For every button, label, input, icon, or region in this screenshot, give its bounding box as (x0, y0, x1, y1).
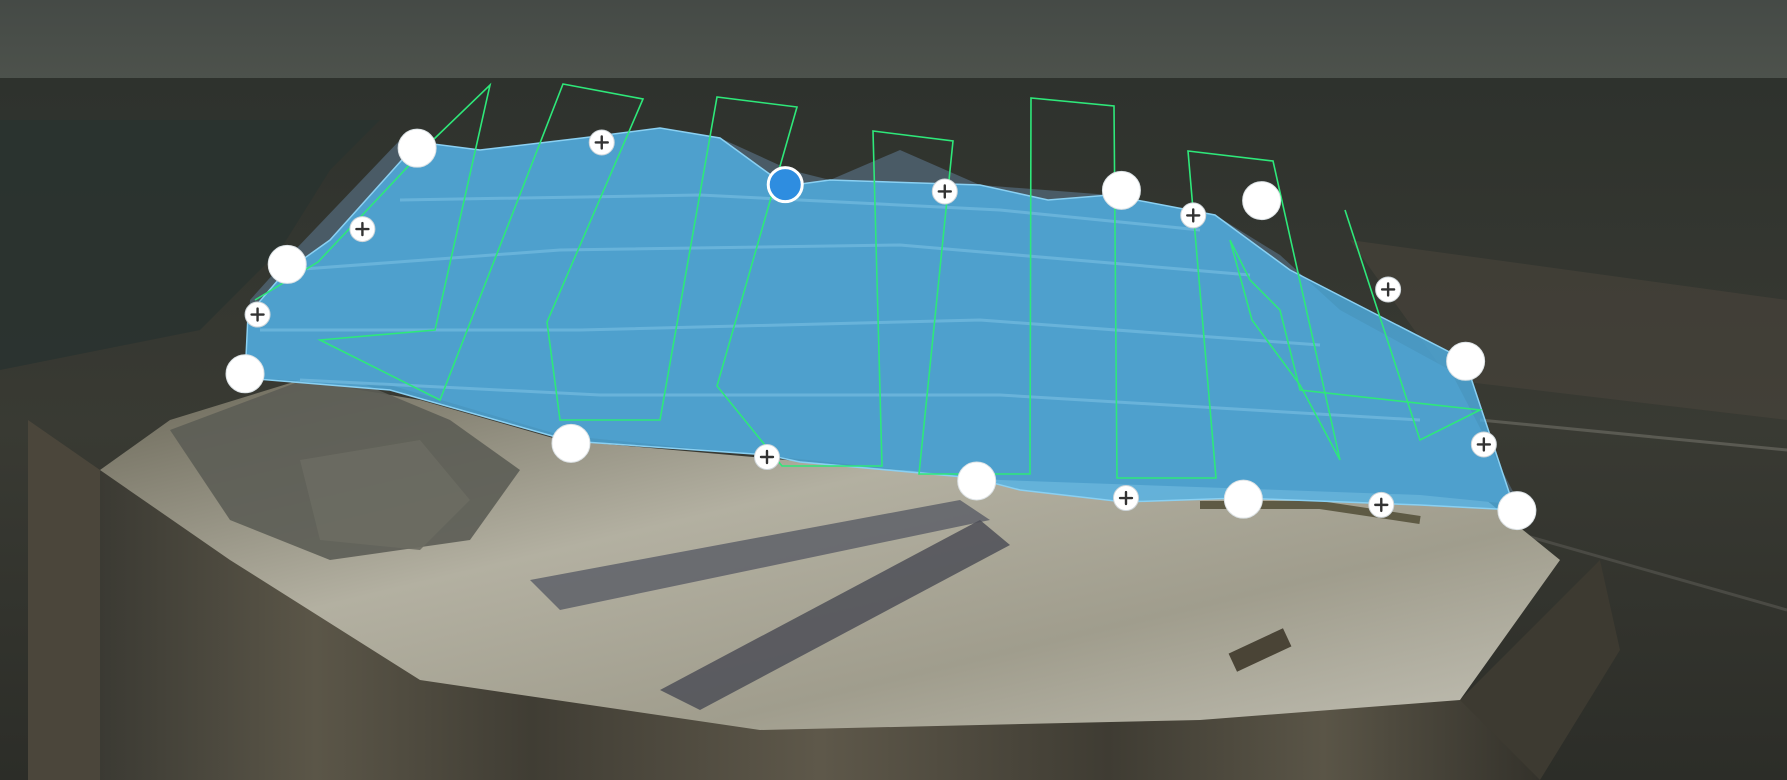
midpoint-plus-icon[interactable] (753, 444, 780, 471)
midpoint-plus-icon[interactable] (588, 129, 615, 156)
midpoint-plus-icon[interactable] (349, 216, 376, 243)
vertex-handle[interactable] (225, 354, 265, 394)
midpoint-plus-icon[interactable] (1470, 431, 1497, 458)
vertex-handle[interactable] (551, 423, 591, 463)
vertex-handle[interactable] (1497, 491, 1537, 531)
vertex-handle[interactable] (267, 244, 307, 284)
3d-viewport[interactable] (0, 0, 1787, 780)
scene[interactable] (0, 0, 1787, 780)
vertex-handle[interactable] (1223, 479, 1263, 519)
vertex-handle[interactable] (1101, 170, 1141, 210)
midpoint-plus-icon[interactable] (1112, 485, 1139, 512)
vertex-handle[interactable] (1446, 341, 1486, 381)
midpoint-plus-icon[interactable] (244, 301, 271, 328)
midpoint-plus-icon[interactable] (931, 178, 958, 205)
midpoint-plus-icon[interactable] (1375, 276, 1402, 303)
midpoint-plus-icon[interactable] (1180, 202, 1207, 229)
vertex-handle[interactable] (1242, 181, 1282, 221)
vertex-handle[interactable] (957, 461, 997, 501)
sky (0, 0, 1787, 82)
selected-vertex-handle[interactable] (766, 166, 804, 204)
midpoint-plus-icon[interactable] (1368, 491, 1395, 518)
model-side-wall (28, 420, 100, 780)
vertex-handle[interactable] (397, 128, 437, 168)
